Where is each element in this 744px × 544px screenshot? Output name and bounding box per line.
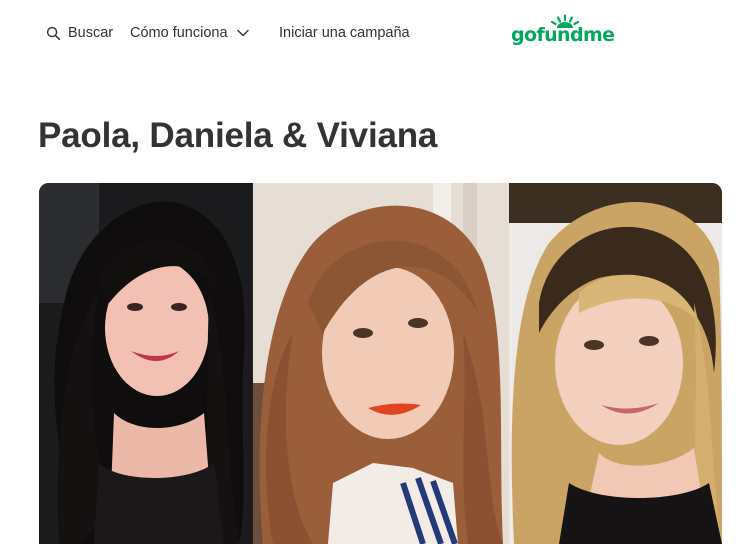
top-navigation: Buscar Cómo funciona Iniciar una campaña… <box>0 0 744 66</box>
search-icon <box>46 26 61 40</box>
photo-panel-middle <box>253 183 509 544</box>
how-it-works-menu[interactable]: Cómo funciona <box>130 22 250 44</box>
how-it-works-label: Cómo funciona <box>130 25 228 41</box>
photo-panel-right <box>509 183 722 544</box>
photo-panel-left <box>39 183 252 544</box>
start-campaign-label: Iniciar una campaña <box>279 25 410 41</box>
search-link[interactable]: Buscar <box>46 22 113 44</box>
campaign-title: Paola, Daniela & Viviana <box>38 116 438 155</box>
search-label: Buscar <box>68 25 114 41</box>
logo-text: gofundme <box>511 24 615 46</box>
start-campaign-link[interactable]: Iniciar una campaña <box>279 22 410 44</box>
campaign-photo[interactable] <box>39 183 722 544</box>
gofundme-logo[interactable]: gofundme <box>511 14 615 54</box>
chevron-down-icon <box>236 29 249 37</box>
